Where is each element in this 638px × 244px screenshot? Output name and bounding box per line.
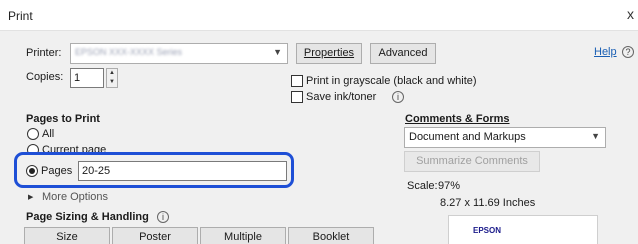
copies-stepper[interactable]: ▲ ▼ — [106, 68, 118, 88]
help-icon[interactable]: ? — [622, 46, 634, 58]
copies-label: Copies: — [26, 71, 64, 83]
pages-radio[interactable] — [26, 165, 38, 177]
stepper-down-icon[interactable]: ▼ — [107, 78, 117, 87]
advanced-label: Advanced — [378, 47, 428, 59]
epson-logo: EPSON — [473, 226, 502, 235]
info-icon: i — [157, 211, 169, 223]
pages-range-input[interactable]: 20-25 — [78, 161, 287, 181]
properties-button[interactable]: Properties — [296, 43, 362, 64]
properties-label: Properties — [303, 47, 355, 59]
all-radio[interactable] — [27, 128, 39, 140]
info-icon: i — [392, 91, 404, 103]
printer-select[interactable]: EPSON XXX-XXXX Series ▼ — [70, 43, 288, 64]
multiple-label: Multiple — [224, 231, 262, 243]
printer-label: Printer: — [26, 47, 62, 59]
chevron-down-icon: ▼ — [273, 47, 282, 57]
page-sizing-title: Page Sizing & Handling — [26, 211, 149, 223]
summarize-comments-button[interactable]: Summarize Comments — [404, 151, 540, 172]
close-icon[interactable]: x — [627, 6, 634, 22]
size-label: Size — [56, 231, 78, 243]
grayscale-checkbox[interactable] — [291, 75, 303, 87]
booklet-label: Booklet — [312, 231, 350, 243]
multiple-button[interactable]: Multiple — [200, 227, 286, 244]
title-bar: Print x — [0, 0, 638, 30]
window-title: Print — [8, 9, 33, 23]
save-ink-label: Save ink/toner — [306, 91, 377, 103]
poster-label: Poster — [139, 231, 171, 243]
poster-button[interactable]: Poster — [112, 227, 198, 244]
page-preview: EPSON — [448, 215, 598, 244]
comments-forms-title: Comments & Forms — [405, 113, 510, 125]
advanced-button[interactable]: Advanced — [370, 43, 436, 64]
copies-input[interactable]: 1 — [70, 68, 104, 88]
comments-forms-value: Document and Markups — [409, 131, 526, 143]
booklet-button[interactable]: Booklet — [288, 227, 374, 244]
all-label: All — [42, 128, 55, 140]
summarize-label: Summarize Comments — [416, 155, 528, 167]
stepper-up-icon[interactable]: ▲ — [107, 69, 117, 78]
printer-name: EPSON XXX-XXXX Series — [75, 47, 183, 57]
grayscale-label: Print in grayscale (black and white) — [306, 75, 477, 87]
pages-label: Pages — [41, 165, 73, 177]
scale-value: 97% — [438, 180, 461, 192]
more-options-label[interactable]: More Options — [42, 191, 108, 203]
help-link[interactable]: Help — [594, 46, 617, 58]
save-ink-checkbox[interactable] — [291, 91, 303, 103]
expand-icon[interactable]: ▶ — [28, 193, 33, 201]
print-dialog-body: Printer: EPSON XXX-XXXX Series ▼ Propert… — [0, 30, 638, 244]
size-button[interactable]: Size — [24, 227, 110, 244]
chevron-down-icon: ▼ — [591, 131, 600, 141]
scale-label: Scale: — [407, 180, 438, 192]
comments-forms-select[interactable]: Document and Markups ▼ — [404, 127, 606, 148]
page-size-label: 8.27 x 11.69 Inches — [440, 197, 536, 209]
pages-to-print-title: Pages to Print — [26, 113, 100, 125]
